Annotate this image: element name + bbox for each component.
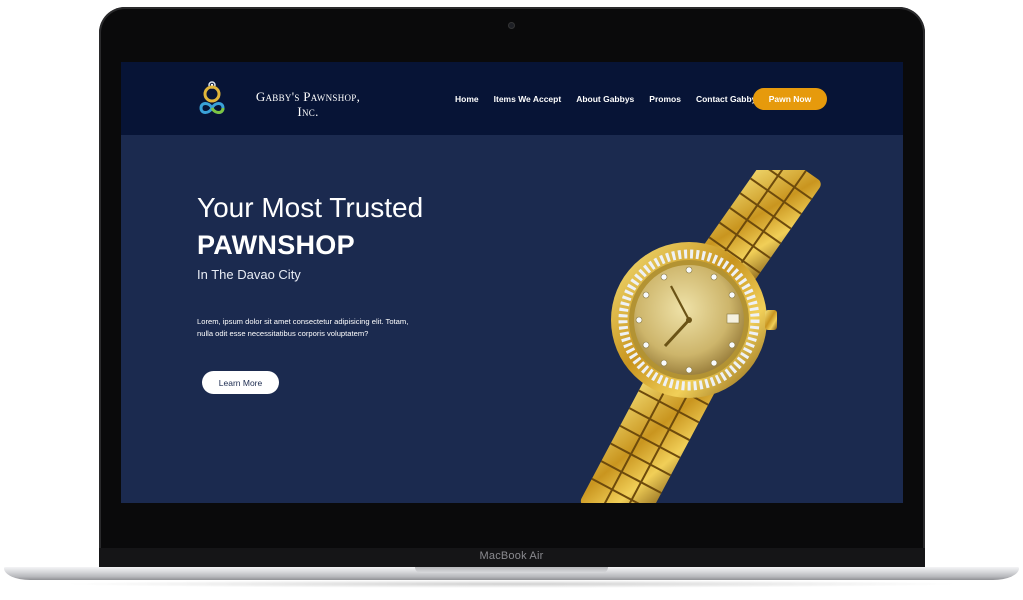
hero-heading-line2: PAWNSHOP: [197, 230, 355, 260]
main-nav: Home Items We Accept About Gabbys Promos…: [455, 94, 776, 104]
watch-image: [580, 170, 821, 503]
browser-screen: Gabby's Pawnshop, Inc. Home Items We Acc…: [121, 62, 903, 503]
hero-subheading: In The Davao City: [197, 267, 301, 282]
hero-description: Lorem, ipsum dolor sit amet consectetur …: [197, 317, 409, 338]
hero-heading-line1: Your Most Trusted: [197, 192, 424, 223]
camera-icon: [508, 22, 515, 29]
learn-more-button[interactable]: Learn More: [202, 371, 279, 394]
nav-contact-gabbys[interactable]: Contact Gabbys: [696, 94, 761, 104]
nav-home[interactable]: Home: [455, 94, 479, 104]
brand-line-2: Inc.: [297, 104, 319, 119]
pawn-now-button[interactable]: Pawn Now: [753, 88, 827, 110]
laptop-shadow: [60, 580, 963, 588]
nav-promos[interactable]: Promos: [649, 94, 681, 104]
laptop-base-notch: [415, 567, 608, 573]
nav-about-gabbys[interactable]: About Gabbys: [576, 94, 634, 104]
nav-items-we-accept[interactable]: Items We Accept: [494, 94, 562, 104]
site-navbar: Gabby's Pawnshop, Inc. Home Items We Acc…: [121, 62, 903, 135]
logo-rings-icon[interactable]: [197, 80, 227, 116]
brand-name[interactable]: Gabby's Pawnshop, Inc.: [228, 89, 388, 119]
device-label: MacBook Air: [479, 550, 544, 562]
brand-line-1: Gabby's Pawnshop,: [255, 89, 361, 104]
